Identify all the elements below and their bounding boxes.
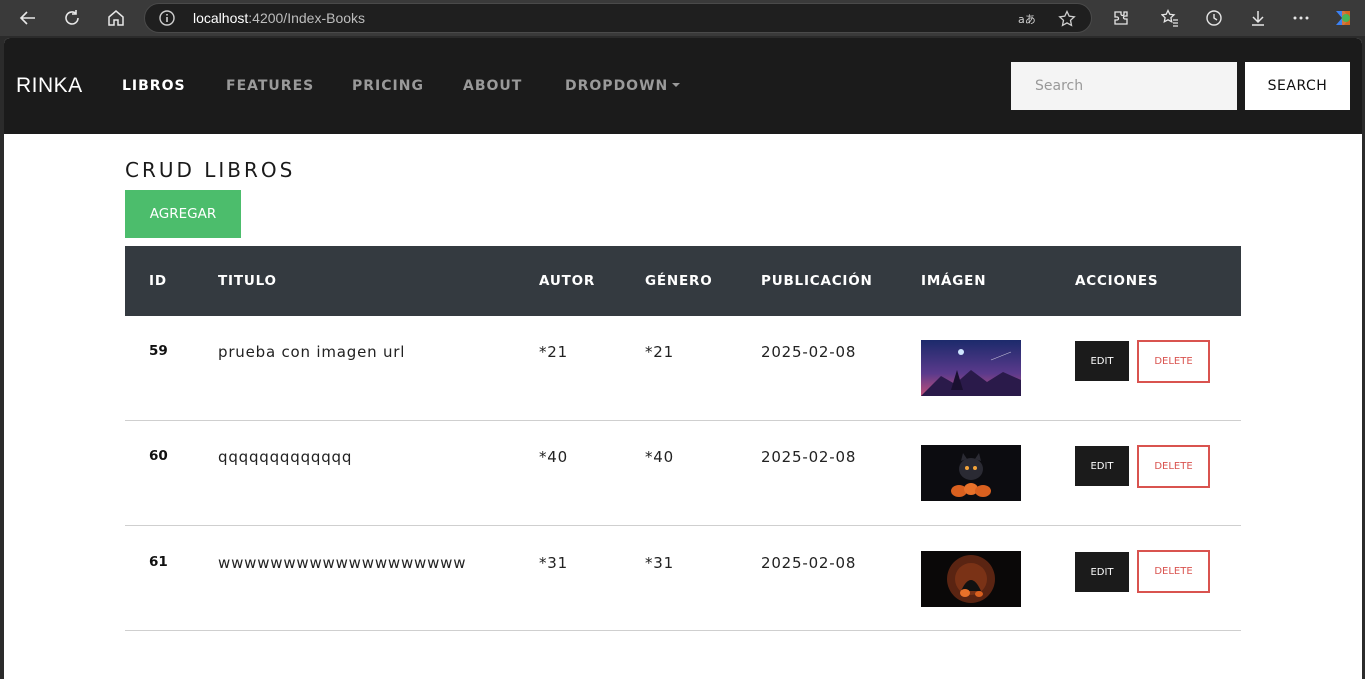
delete-button[interactable]: DELETE xyxy=(1137,550,1210,593)
header-genero: GÉNERO xyxy=(645,273,713,289)
search-input[interactable] xyxy=(1011,62,1237,110)
site-info-icon[interactable] xyxy=(159,10,175,26)
back-icon[interactable] xyxy=(14,4,42,32)
table-header: ID TITULO AUTOR GÉNERO PUBLICACIÓN IMÁGE… xyxy=(125,246,1241,316)
svg-text:aあ: aあ xyxy=(1018,13,1036,26)
cell-id: 61 xyxy=(149,554,168,570)
search-button[interactable]: SEARCH xyxy=(1245,62,1350,110)
url-host: localhost xyxy=(193,10,249,26)
header-acciones: ACCIONES xyxy=(1075,273,1159,289)
header-autor: AUTOR xyxy=(539,273,596,289)
caret-down-icon xyxy=(672,82,681,87)
nav-link-pricing[interactable]: PRICING xyxy=(352,78,424,94)
delete-button[interactable]: DELETE xyxy=(1137,445,1210,488)
url-path: :4200/Index-Books xyxy=(248,10,366,26)
browser-toolbar: localhost:4200/Index-Books aあ xyxy=(0,0,1365,36)
favorite-star-icon[interactable] xyxy=(1055,7,1079,31)
header-imagen: IMÁGEN xyxy=(921,273,987,289)
home-icon[interactable] xyxy=(102,4,130,32)
cell-id: 60 xyxy=(149,448,168,464)
cell-autor: *21 xyxy=(539,343,568,361)
site-navbar: RINKA LIBROS FEATURES PRICING ABOUT DROP… xyxy=(4,38,1362,134)
cell-titulo: qqqqqqqqqqqqq xyxy=(218,448,353,466)
cell-genero: *40 xyxy=(645,448,674,466)
cell-id: 59 xyxy=(149,343,168,359)
cell-publicacion: 2025-02-08 xyxy=(761,343,857,361)
book-cover-image xyxy=(921,340,1021,396)
page-viewport: RINKA LIBROS FEATURES PRICING ABOUT DROP… xyxy=(4,38,1362,679)
reload-icon[interactable] xyxy=(58,4,86,32)
url-text: localhost:4200/Index-Books xyxy=(193,10,365,26)
cell-titulo: prueba con imagen url xyxy=(218,343,406,361)
favorites-icon[interactable] xyxy=(1156,4,1184,32)
cell-genero: *21 xyxy=(645,343,674,361)
table-row: 61 wwwwwwwwwwwwwwwwwww *31 *31 2025-02-0… xyxy=(125,526,1241,631)
add-book-button[interactable]: AGREGAR xyxy=(125,190,241,238)
delete-button[interactable]: DELETE xyxy=(1137,340,1210,383)
cell-titulo: wwwwwwwwwwwwwwwwwww xyxy=(218,554,467,572)
cell-genero: *31 xyxy=(645,554,674,572)
nav-link-features[interactable]: FEATURES xyxy=(226,78,314,94)
brand-logo[interactable]: RINKA xyxy=(16,74,83,98)
history-icon[interactable] xyxy=(1200,4,1228,32)
cell-publicacion: 2025-02-08 xyxy=(761,554,857,572)
edit-button[interactable]: EDIT xyxy=(1075,552,1129,592)
table-row: 59 prueba con imagen url *21 *21 2025-02… xyxy=(125,316,1241,421)
cell-autor: *40 xyxy=(539,448,568,466)
nav-dropdown[interactable]: DROPDOWN xyxy=(565,78,681,94)
page-title: CRUD LIBROS xyxy=(125,158,296,182)
table-row: 60 qqqqqqqqqqqqq *40 *40 2025-02-08 EDIT… xyxy=(125,421,1241,526)
header-id: ID xyxy=(149,273,167,289)
header-publicacion: PUBLICACIÓN xyxy=(761,273,873,289)
book-cover-image xyxy=(921,445,1021,501)
cell-autor: *31 xyxy=(539,554,568,572)
copilot-icon[interactable] xyxy=(1329,4,1357,32)
edit-button[interactable]: EDIT xyxy=(1075,341,1129,381)
edit-button[interactable]: EDIT xyxy=(1075,446,1129,486)
book-cover-image xyxy=(921,551,1021,607)
header-titulo: TITULO xyxy=(218,273,277,289)
address-bar[interactable]: localhost:4200/Index-Books aあ xyxy=(144,3,1092,33)
nav-link-about[interactable]: ABOUT xyxy=(463,78,522,94)
nav-dropdown-label: DROPDOWN xyxy=(565,78,669,94)
more-options-icon[interactable] xyxy=(1287,4,1315,32)
cell-publicacion: 2025-02-08 xyxy=(761,448,857,466)
nav-link-libros[interactable]: LIBROS xyxy=(122,78,186,94)
extensions-icon[interactable] xyxy=(1107,4,1135,32)
read-aloud-icon[interactable]: aあ xyxy=(1015,7,1039,31)
downloads-icon[interactable] xyxy=(1244,4,1272,32)
